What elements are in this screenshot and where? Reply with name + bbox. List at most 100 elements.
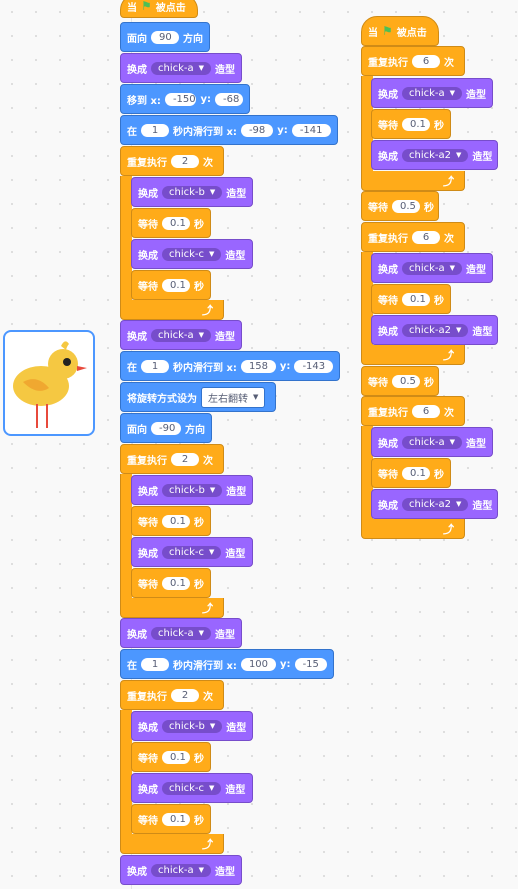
wait-seconds-input[interactable]: 0.5	[392, 374, 420, 388]
wait-seconds-input[interactable]: 0.1	[402, 292, 430, 306]
y-input[interactable]: -143	[294, 359, 333, 373]
costume-dropdown[interactable]: chick-c ▼	[162, 247, 222, 261]
wait-seconds-input[interactable]: 0.1	[162, 216, 190, 230]
wait-seconds-input[interactable]: 0.1	[162, 812, 190, 826]
glide-seconds-input[interactable]: 1	[141, 359, 169, 373]
repeat-count-input[interactable]: 6	[412, 404, 440, 418]
repeat-count-input[interactable]: 6	[412, 54, 440, 68]
switch-costume-block[interactable]: 换成 chick-a2 ▼ 造型	[371, 489, 498, 519]
point-in-direction-block[interactable]: 面向 90 方向	[120, 22, 210, 52]
point-in-direction-block[interactable]: 面向 -90 方向	[120, 413, 212, 443]
costume-dropdown[interactable]: chick-a ▼	[402, 261, 463, 275]
costume-dropdown[interactable]: chick-a2 ▼	[402, 323, 469, 337]
wait-block[interactable]: 等待 0.1 秒	[131, 506, 211, 536]
dropdown-caret-icon: ▼	[253, 393, 259, 401]
switch-costume-block[interactable]: 换成 chick-a ▼ 造型	[371, 427, 493, 457]
costume-dropdown[interactable]: chick-a2 ▼	[402, 148, 469, 162]
repeat-arrow-icon: ⤴	[443, 175, 454, 188]
y-input[interactable]: -68	[215, 92, 243, 106]
switch-costume-block[interactable]: 换成 chick-a2 ▼ 造型	[371, 315, 498, 345]
wait-seconds-input[interactable]: 0.1	[162, 278, 190, 292]
wait-seconds-input[interactable]: 0.1	[162, 514, 190, 528]
glide-seconds-input[interactable]: 1	[141, 123, 169, 137]
y-input[interactable]: -141	[291, 123, 331, 137]
repeat-block[interactable]: 重复执行 6 次	[361, 222, 465, 252]
direction-input[interactable]: -90	[151, 421, 181, 435]
costume-dropdown[interactable]: chick-a ▼	[151, 328, 212, 342]
wait-seconds-input[interactable]: 0.1	[162, 576, 190, 590]
x-input[interactable]: -150	[164, 92, 197, 106]
costume-dropdown[interactable]: chick-a ▼	[151, 863, 212, 877]
switch-costume-block[interactable]: 换成 chick-b ▼ 造型	[131, 177, 253, 207]
repeat-block[interactable]: 重复执行 2 次	[120, 444, 224, 474]
wait-seconds-input[interactable]: 0.1	[402, 466, 430, 480]
chick-sprite-icon	[13, 341, 87, 428]
costume-dropdown[interactable]: chick-c ▼	[162, 781, 222, 795]
switch-costume-block[interactable]: 换成 chick-b ▼ 造型	[131, 475, 253, 505]
costume-dropdown[interactable]: chick-a ▼	[151, 61, 212, 75]
glide-to-xy-block[interactable]: 在 1 秒内滑行到 x: 158 y: -143	[120, 351, 340, 381]
costume-dropdown[interactable]: chick-a ▼	[151, 626, 212, 640]
switch-costume-block[interactable]: 换成 chick-a ▼ 造型	[371, 253, 493, 283]
repeat-count-input[interactable]: 2	[171, 154, 199, 168]
y-input[interactable]: -15	[294, 657, 327, 671]
repeat-arrow-icon: ⤴	[202, 602, 213, 615]
switch-costume-block[interactable]: 换成 chick-a ▼ 造型	[120, 855, 242, 885]
wait-block[interactable]: 等待 0.1 秒	[131, 742, 211, 772]
costume-dropdown[interactable]: chick-b ▼	[162, 185, 223, 199]
repeat-count-input[interactable]: 2	[171, 452, 199, 466]
dropdown-caret-icon: ▼	[449, 89, 456, 97]
glide-to-xy-block[interactable]: 在 1 秒内滑行到 x: 100 y: -15	[120, 649, 334, 679]
goto-xy-block[interactable]: 移到 x: -150 y: -68	[120, 84, 250, 114]
when-flag-clicked-block-1[interactable]: 当 ⚑ 被点击	[120, 0, 198, 18]
x-input[interactable]: 158	[240, 359, 276, 373]
x-input[interactable]: -98	[240, 123, 274, 137]
rotation-style-dropdown[interactable]: 左右翻转 ▼	[201, 386, 266, 408]
switch-costume-block[interactable]: 换成 chick-b ▼ 造型	[131, 711, 253, 741]
dropdown-caret-icon: ▼	[456, 500, 462, 508]
costume-dropdown[interactable]: chick-a2 ▼	[402, 497, 469, 511]
switch-costume-block[interactable]: 换成 chick-c ▼ 造型	[131, 773, 253, 803]
wait-seconds-input[interactable]: 0.1	[162, 750, 190, 764]
repeat-block[interactable]: 重复执行 2 次	[120, 680, 224, 710]
wait-block[interactable]: 等待 0.1 秒	[371, 284, 451, 314]
wait-block[interactable]: 等待 0.1 秒	[131, 208, 211, 238]
direction-input[interactable]: 90	[151, 30, 179, 44]
sprite-thumbnail[interactable]	[3, 330, 95, 436]
switch-costume-block[interactable]: 换成 chick-a ▼ 造型	[120, 618, 242, 648]
dropdown-caret-icon: ▼	[198, 331, 205, 339]
wait-block[interactable]: 等待 0.1 秒	[131, 270, 211, 300]
wait-block[interactable]: 等待 0.5 秒	[361, 191, 439, 221]
glide-seconds-input[interactable]: 1	[141, 657, 169, 671]
switch-costume-block[interactable]: 换成 chick-a ▼ 造型	[120, 320, 242, 350]
costume-dropdown[interactable]: chick-a ▼	[402, 86, 463, 100]
wait-block[interactable]: 等待 0.1 秒	[131, 568, 211, 598]
wait-seconds-input[interactable]: 0.5	[392, 199, 420, 213]
costume-dropdown[interactable]: chick-a ▼	[402, 435, 463, 449]
costume-dropdown[interactable]: chick-b ▼	[162, 719, 223, 733]
glide-to-xy-block[interactable]: 在 1 秒内滑行到 x: -98 y: -141	[120, 115, 338, 145]
repeat-foot: ⤴	[361, 171, 465, 191]
switch-costume-block[interactable]: 换成 chick-c ▼ 造型	[131, 537, 253, 567]
switch-costume-block[interactable]: 换成 chick-a ▼ 造型	[371, 78, 493, 108]
switch-costume-block[interactable]: 换成 chick-a ▼ 造型	[120, 53, 242, 83]
wait-seconds-input[interactable]: 0.1	[402, 117, 430, 131]
dropdown-caret-icon: ▼	[449, 438, 456, 446]
repeat-foot: ⤴	[361, 345, 465, 365]
x-input[interactable]: 100	[240, 657, 277, 671]
repeat-block[interactable]: 重复执行 6 次	[361, 396, 465, 426]
wait-block[interactable]: 等待 0.1 秒	[371, 109, 451, 139]
wait-block[interactable]: 等待 0.5 秒	[361, 366, 439, 396]
repeat-count-input[interactable]: 6	[412, 230, 440, 244]
costume-dropdown[interactable]: chick-c ▼	[162, 545, 222, 559]
repeat-block[interactable]: 重复执行 6 次	[361, 46, 465, 76]
set-rotation-style-block[interactable]: 将旋转方式设为 左右翻转 ▼	[120, 382, 276, 412]
repeat-block[interactable]: 重复执行 2 次	[120, 146, 224, 176]
switch-costume-block[interactable]: 换成 chick-a2 ▼ 造型	[371, 140, 498, 170]
when-flag-clicked-block-2[interactable]: 当 ⚑ 被点击	[361, 16, 439, 46]
switch-costume-block[interactable]: 换成 chick-c ▼ 造型	[131, 239, 253, 269]
wait-block[interactable]: 等待 0.1 秒	[371, 458, 451, 488]
wait-block[interactable]: 等待 0.1 秒	[131, 804, 211, 834]
repeat-count-input[interactable]: 2	[171, 688, 199, 702]
costume-dropdown[interactable]: chick-b ▼	[162, 483, 223, 497]
